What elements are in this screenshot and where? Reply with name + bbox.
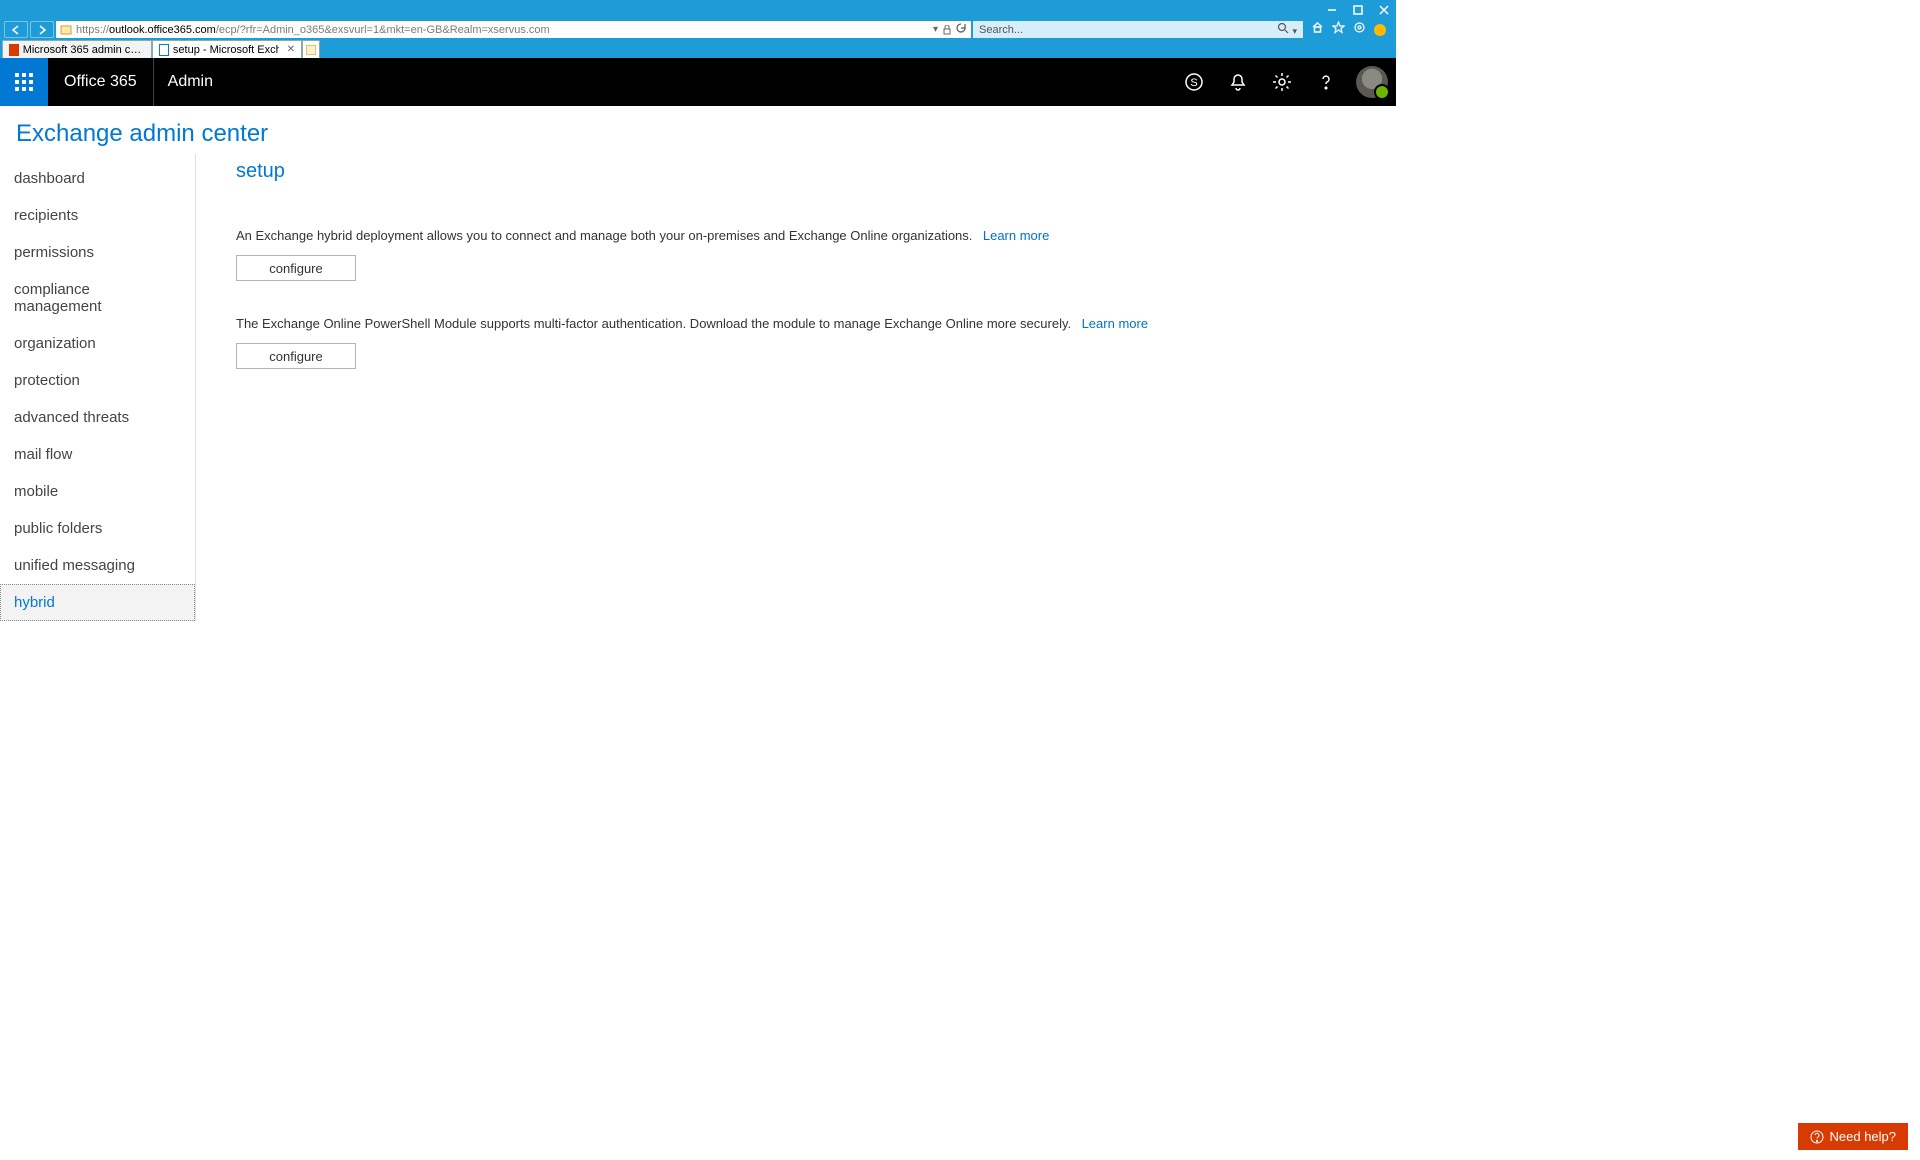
- tab-label: Microsoft 365 admin center - ...: [23, 44, 145, 56]
- suite-brand[interactable]: Office 365: [48, 58, 154, 106]
- content-heading: setup: [236, 160, 1366, 183]
- learn-more-link[interactable]: Learn more: [983, 228, 1049, 243]
- url-host: outlook.office365.com: [109, 24, 216, 36]
- learn-more-link[interactable]: Learn more: [1082, 316, 1148, 331]
- tab-exchange-setup[interactable]: setup - Microsoft Exchange ✕: [152, 40, 302, 58]
- settings-button[interactable]: [1260, 58, 1304, 106]
- browser-right-icons: [1305, 21, 1392, 39]
- need-help-button[interactable]: Need help?: [1798, 1123, 1909, 1150]
- main-content: setup An Exchange hybrid deployment allo…: [196, 154, 1396, 621]
- tab-favicon: [159, 44, 169, 56]
- eac-header: Exchange admin center: [0, 106, 1396, 154]
- sidebar-item-advanced-threats[interactable]: advanced threats: [0, 399, 195, 436]
- section-text: An Exchange hybrid deployment allows you…: [236, 228, 972, 243]
- search-placeholder: Search...: [979, 24, 1023, 36]
- configure-hybrid-button[interactable]: configure: [236, 255, 356, 281]
- sidebar-item-mobile[interactable]: mobile: [0, 473, 195, 510]
- user-avatar[interactable]: [1356, 66, 1388, 98]
- maximize-button[interactable]: [1352, 4, 1364, 16]
- site-icon: [60, 24, 72, 36]
- address-bar[interactable]: https://outlook.office365.com/ecp/?rfr=A…: [56, 21, 971, 38]
- sidebar-item-unified-messaging[interactable]: unified messaging: [0, 547, 195, 584]
- suite-app-name[interactable]: Admin: [154, 58, 227, 106]
- notifications-button[interactable]: [1216, 58, 1260, 106]
- feedback-icon[interactable]: [1374, 24, 1386, 36]
- sidebar-item-public-folders[interactable]: public folders: [0, 510, 195, 547]
- url-right-icons: ▾: [933, 23, 967, 37]
- sidebar-item-hybrid[interactable]: hybrid: [0, 584, 195, 621]
- minimize-button[interactable]: [1326, 4, 1338, 16]
- configure-powershell-button[interactable]: configure: [236, 343, 356, 369]
- tab-close-button[interactable]: ✕: [287, 44, 295, 55]
- help-button[interactable]: [1304, 58, 1348, 106]
- tab-label: setup - Microsoft Exchange: [173, 44, 279, 56]
- blank-page-icon: [306, 45, 316, 55]
- eac-sidebar: dashboard recipients permissions complia…: [0, 154, 196, 621]
- window-titlebar: [0, 0, 1396, 20]
- new-tab-button[interactable]: [302, 40, 320, 58]
- search-icon[interactable]: ▾: [1277, 22, 1297, 37]
- close-button[interactable]: [1378, 4, 1390, 16]
- sidebar-item-compliance[interactable]: compliance management: [0, 271, 195, 325]
- sidebar-item-mail-flow[interactable]: mail flow: [0, 436, 195, 473]
- tab-favicon: [9, 44, 19, 56]
- lock-icon: [942, 25, 952, 35]
- sidebar-item-dashboard[interactable]: dashboard: [0, 160, 195, 197]
- back-button[interactable]: [4, 21, 28, 38]
- tools-icon[interactable]: [1353, 21, 1366, 39]
- sidebar-item-recipients[interactable]: recipients: [0, 197, 195, 234]
- tab-m365-admin[interactable]: Microsoft 365 admin center - ...: [2, 40, 152, 58]
- page-title: Exchange admin center: [16, 120, 1396, 148]
- forward-button[interactable]: [30, 21, 54, 38]
- svg-text:S: S: [1190, 77, 1197, 89]
- url-protocol: https://: [76, 24, 109, 36]
- powershell-module-section: The Exchange Online PowerShell Module su…: [236, 315, 1366, 369]
- home-icon[interactable]: [1311, 21, 1324, 39]
- browser-navbar: https://outlook.office365.com/ecp/?rfr=A…: [0, 20, 1396, 39]
- need-help-label: Need help?: [1830, 1129, 1897, 1144]
- favorites-icon[interactable]: [1332, 21, 1345, 39]
- sidebar-item-permissions[interactable]: permissions: [0, 234, 195, 271]
- hybrid-deployment-section: An Exchange hybrid deployment allows you…: [236, 227, 1366, 281]
- o365-suite-bar: Office 365 Admin S: [0, 58, 1396, 106]
- sidebar-item-organization[interactable]: organization: [0, 325, 195, 362]
- app-launcher[interactable]: [0, 58, 48, 106]
- sidebar-item-protection[interactable]: protection: [0, 362, 195, 399]
- skype-button[interactable]: S: [1172, 58, 1216, 106]
- refresh-button[interactable]: [956, 23, 967, 37]
- waffle-icon: [15, 73, 33, 91]
- section-text: The Exchange Online PowerShell Module su…: [236, 316, 1071, 331]
- help-circle-icon: [1810, 1130, 1824, 1144]
- url-path: /ecp/?rfr=Admin_o365&exsvurl=1&mkt=en-GB…: [216, 24, 550, 36]
- dropdown-icon[interactable]: ▾: [933, 24, 938, 35]
- browser-search-box[interactable]: Search... ▾: [973, 21, 1303, 38]
- browser-tabbar: Microsoft 365 admin center - ... setup -…: [0, 39, 1396, 58]
